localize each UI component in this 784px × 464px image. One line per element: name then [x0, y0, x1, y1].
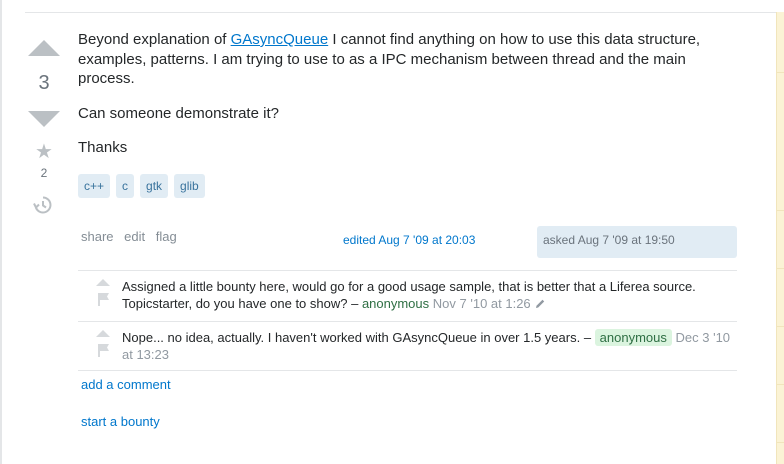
post-body: Beyond explanation of GAsyncQueue I cann… [78, 30, 718, 158]
comment-body: Assigned a little bounty here, would go … [122, 271, 737, 321]
comment-text: Nope... no idea, actually. I haven't wor… [122, 330, 595, 345]
left-border [0, 0, 2, 464]
sidebar-strip [776, 12, 784, 464]
flag-icon[interactable] [97, 343, 112, 361]
post-menu: share edit flag [81, 229, 184, 244]
add-comment-link[interactable]: add a comment [81, 377, 171, 392]
comment-item: Assigned a little bounty here, would go … [78, 271, 737, 322]
comment-list: Assigned a little bounty here, would go … [78, 270, 737, 371]
comment-upvote-icon[interactable] [96, 279, 110, 286]
comment-date[interactable]: Nov 7 '10 at 1:26 [433, 296, 531, 311]
comment-actions [94, 330, 112, 361]
flag-icon[interactable] [97, 292, 112, 310]
post-paragraph-thanks: Thanks [78, 139, 128, 156]
vote-up-arrow-icon[interactable] [28, 40, 60, 56]
start-bounty-link[interactable]: start a bounty [81, 414, 160, 429]
top-divider [25, 12, 784, 13]
history-icon[interactable] [33, 195, 53, 220]
post-paragraph-intro: Beyond explanation of GAsyncQueue I cann… [78, 30, 718, 89]
edit-link[interactable]: edit [124, 229, 145, 244]
comment-item: Nope... no idea, actually. I haven't wor… [78, 322, 737, 371]
vote-count: 3 [38, 72, 50, 94]
edited-timestamp-link[interactable]: edited Aug 7 '09 at 20:03 [343, 233, 475, 247]
comment-user-link[interactable]: anonymous [362, 296, 429, 311]
tag-list: c++ c gtk glib [78, 174, 205, 198]
post-paragraph-question: Can someone demonstrate it? [78, 104, 279, 122]
asked-user-card: asked Aug 7 '09 at 19:50 [537, 226, 737, 258]
star-icon[interactable]: ★ [32, 139, 56, 164]
tag-c[interactable]: c [116, 174, 135, 198]
comment-user-link[interactable]: anonymous [594, 329, 672, 346]
tag-glib[interactable]: glib [174, 174, 205, 198]
favorite-count: 2 [40, 166, 48, 180]
vote-down-arrow-icon[interactable] [28, 111, 60, 127]
tag-gtk[interactable]: gtk [140, 174, 169, 198]
comment-upvote-icon[interactable] [96, 330, 110, 337]
share-link[interactable]: share [81, 229, 114, 244]
comment-body: Nope... no idea, actually. I haven't wor… [122, 322, 737, 370]
flag-link[interactable]: flag [156, 229, 177, 244]
asked-timestamp: asked Aug 7 '09 at 19:50 [543, 233, 675, 247]
comment-actions [94, 279, 112, 310]
pencil-icon [534, 297, 546, 314]
tag-cpp[interactable]: c++ [78, 174, 111, 198]
question-page: 3 ★ 2 Beyond explanation of GAsyncQueue … [0, 0, 784, 464]
post-text-fragment: Beyond explanation of [78, 31, 231, 48]
gasyncqueue-link[interactable]: GAsyncQueue [231, 31, 329, 48]
